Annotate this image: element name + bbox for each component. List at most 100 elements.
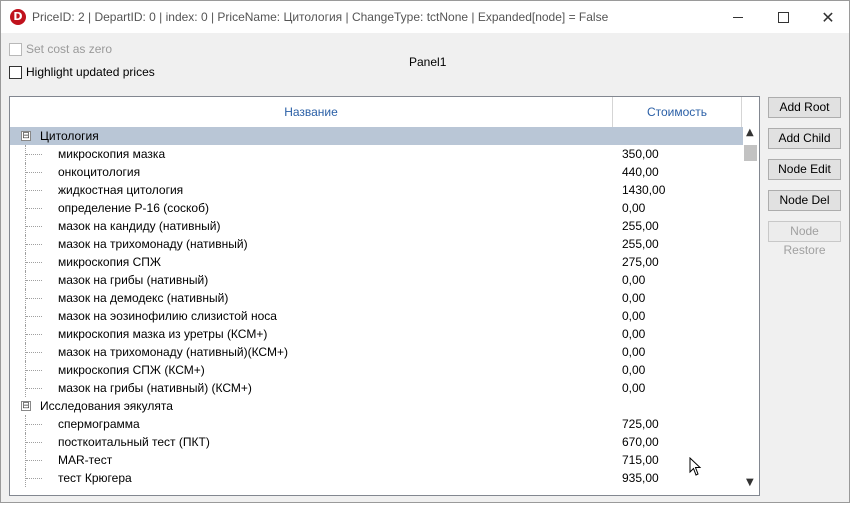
tree-item-row[interactable]: мазок на демодекс (нативный) 0,00 bbox=[10, 289, 743, 307]
tree-item-row[interactable]: жидкостная цитология 1430,00 bbox=[10, 181, 743, 199]
tree-item-price: 0,00 bbox=[622, 273, 646, 287]
close-icon: ✕ bbox=[821, 7, 835, 27]
tree-connector-line bbox=[26, 424, 42, 425]
minimize-icon bbox=[733, 16, 743, 18]
tree-item-name: мазок на трихомонаду (нативный)(КСМ+) bbox=[58, 345, 288, 359]
add-child-button[interactable]: Add Child bbox=[768, 128, 841, 149]
tree-item-price: 1430,00 bbox=[622, 183, 666, 197]
checkbox-box bbox=[9, 65, 22, 79]
tree-item-price: 715,00 bbox=[622, 453, 659, 467]
collapse-icon[interactable]: ⊟ bbox=[21, 131, 31, 141]
close-button[interactable]: ✕ bbox=[805, 1, 849, 33]
panel-label: Panel1 bbox=[409, 55, 447, 69]
node-restore-button[interactable]: Node Restore bbox=[768, 221, 841, 257]
tree-item-name: онкоцитология bbox=[58, 165, 141, 179]
tree-connector-line bbox=[26, 352, 42, 353]
tree-connector-line bbox=[26, 442, 42, 443]
tree-item-name: микроскопия мазка bbox=[58, 147, 166, 161]
scroll-down-icon[interactable]: ▼ bbox=[746, 477, 754, 488]
tree-item-price: 255,00 bbox=[622, 219, 659, 233]
tree-item-row[interactable]: мазок на грибы (нативный) (КСМ+) 0,00 bbox=[10, 379, 743, 397]
tree-item-row[interactable]: микроскопия СПЖ 275,00 bbox=[10, 253, 743, 271]
tree-item-price: 0,00 bbox=[622, 309, 646, 323]
checkbox-box bbox=[9, 42, 22, 56]
tree-item-name: мазок на грибы (нативный) bbox=[58, 273, 209, 287]
collapse-icon[interactable]: ⊟ bbox=[21, 401, 31, 411]
tree-item-row[interactable]: мазок на трихомонаду (нативный)(КСМ+) 0,0… bbox=[10, 343, 743, 361]
tree-item-price: 725,00 bbox=[622, 417, 659, 431]
column-header-name[interactable]: Название bbox=[10, 97, 613, 127]
tree-item-name: мазок на грибы (нативный) (КСМ+) bbox=[58, 381, 252, 395]
tree-item-row[interactable]: микроскопия мазка 350,00 bbox=[10, 145, 743, 163]
tree-group-row[interactable]: ⊟ Цитология bbox=[10, 127, 743, 145]
tree-item-row[interactable]: посткоитальный тест (ПКТ) 670,00 bbox=[10, 433, 743, 451]
tree-item-name: микроскопия СПЖ bbox=[58, 255, 162, 269]
tree-item-row[interactable]: мазок на трихомонаду (нативный) 255,00 bbox=[10, 235, 743, 253]
tree-connector-line bbox=[26, 298, 42, 299]
tree-item-name: мазок на трихомонаду (нативный) bbox=[58, 237, 248, 251]
tree-item-row[interactable]: мазок на кандиду (нативный) 255,00 bbox=[10, 217, 743, 235]
tree-item-price: 275,00 bbox=[622, 255, 659, 269]
tree-item-price: 350,00 bbox=[622, 147, 659, 161]
add-root-button[interactable]: Add Root bbox=[768, 97, 841, 118]
tree-item-row[interactable]: онкоцитология 440,00 bbox=[10, 163, 743, 181]
tree-connector-line bbox=[26, 208, 42, 209]
node-edit-button[interactable]: Node Edit bbox=[768, 159, 841, 180]
tree-connector-line bbox=[26, 334, 42, 335]
tree-header: Название Стоимость bbox=[10, 97, 743, 128]
tree-item-name: спермограмма bbox=[58, 417, 140, 431]
vertical-scrollbar[interactable]: ▲ ▼ bbox=[743, 127, 759, 495]
tree-item-row[interactable]: мазок на эозинофилию слизистой носа 0,00 bbox=[10, 307, 743, 325]
app-logo-icon: D bbox=[10, 9, 26, 25]
tree-item-name: мазок на эозинофилию слизистой носа bbox=[58, 309, 277, 323]
tree-connector-line bbox=[26, 370, 42, 371]
node-del-button[interactable]: Node Del bbox=[768, 190, 841, 211]
tree-item-name: микроскопия мазка из уретры (КСМ+) bbox=[58, 327, 268, 341]
tree-group-row[interactable]: ⊟ Исследования эякулята bbox=[10, 397, 743, 415]
tree-item-name: жидкостная цитология bbox=[58, 183, 184, 197]
highlight-updated-checkbox[interactable]: Highlight updated prices bbox=[9, 65, 155, 79]
tree-connector-line bbox=[26, 154, 42, 155]
tree-item-row[interactable]: тест Крюгера 935,00 bbox=[10, 469, 743, 487]
tree-item-price: 0,00 bbox=[622, 345, 646, 359]
mouse-cursor-icon bbox=[689, 457, 702, 476]
window-title: PriceID: 2 | DepartID: 0 | index: 0 | Pr… bbox=[32, 10, 609, 24]
tree-item-price: 0,00 bbox=[622, 363, 646, 377]
tree-item-name: MAR-тест bbox=[58, 453, 113, 467]
maximize-button[interactable] bbox=[760, 1, 806, 33]
tree-item-name: мазок на кандиду (нативный) bbox=[58, 219, 221, 233]
tree-item-price: 255,00 bbox=[622, 237, 659, 251]
title-bar[interactable]: D PriceID: 2 | DepartID: 0 | index: 0 | … bbox=[1, 1, 849, 33]
tree-connector-line bbox=[26, 460, 42, 461]
tree-rows: ⊟ Цитология микроскопия мазка 350,00 онкоцит… bbox=[10, 127, 743, 487]
set-cost-zero-label: Set cost as zero bbox=[26, 42, 113, 56]
tree-connector-line bbox=[26, 280, 42, 281]
scroll-thumb[interactable] bbox=[744, 145, 757, 161]
price-tree[interactable]: Название Стоимость ⊟ Цитология микроскопия… bbox=[9, 96, 760, 496]
tree-connector-line bbox=[26, 172, 42, 173]
tree-item-price: 670,00 bbox=[622, 435, 659, 449]
minimize-button[interactable] bbox=[715, 1, 761, 33]
tree-item-name: мазок на демодекс (нативный) bbox=[58, 291, 229, 305]
tree-item-row[interactable]: определение Р-16 (соскоб) 0,00 bbox=[10, 199, 743, 217]
scroll-up-icon[interactable]: ▲ bbox=[746, 127, 754, 138]
price-editor-window: D PriceID: 2 | DepartID: 0 | index: 0 | … bbox=[0, 0, 850, 503]
set-cost-zero-checkbox[interactable]: Set cost as zero bbox=[9, 42, 112, 56]
tree-item-price: 0,00 bbox=[622, 327, 646, 341]
tree-item-name: определение Р-16 (соскоб) bbox=[58, 201, 209, 215]
tree-item-row[interactable]: мазок на грибы (нативный) 0,00 bbox=[10, 271, 743, 289]
tree-item-row[interactable]: микроскопия мазка из уретры (КСМ+) 0,00 bbox=[10, 325, 743, 343]
tree-item-price: 0,00 bbox=[622, 381, 646, 395]
column-header-cost[interactable]: Стоимость bbox=[613, 97, 742, 127]
tree-item-price: 935,00 bbox=[622, 471, 659, 485]
tree-item-row[interactable]: MAR-тест 715,00 bbox=[10, 451, 743, 469]
tree-connector-line bbox=[26, 244, 42, 245]
tree-item-name: посткоитальный тест (ПКТ) bbox=[58, 435, 210, 449]
tree-item-row[interactable]: спермограмма 725,00 bbox=[10, 415, 743, 433]
tree-connector-line bbox=[26, 478, 42, 479]
maximize-icon bbox=[777, 11, 789, 23]
tree-connector-line bbox=[26, 388, 42, 389]
tree-connector-line bbox=[26, 316, 42, 317]
tree-connector-line bbox=[26, 226, 42, 227]
tree-item-row[interactable]: микроскопия СПЖ (КСМ+) 0,00 bbox=[10, 361, 743, 379]
